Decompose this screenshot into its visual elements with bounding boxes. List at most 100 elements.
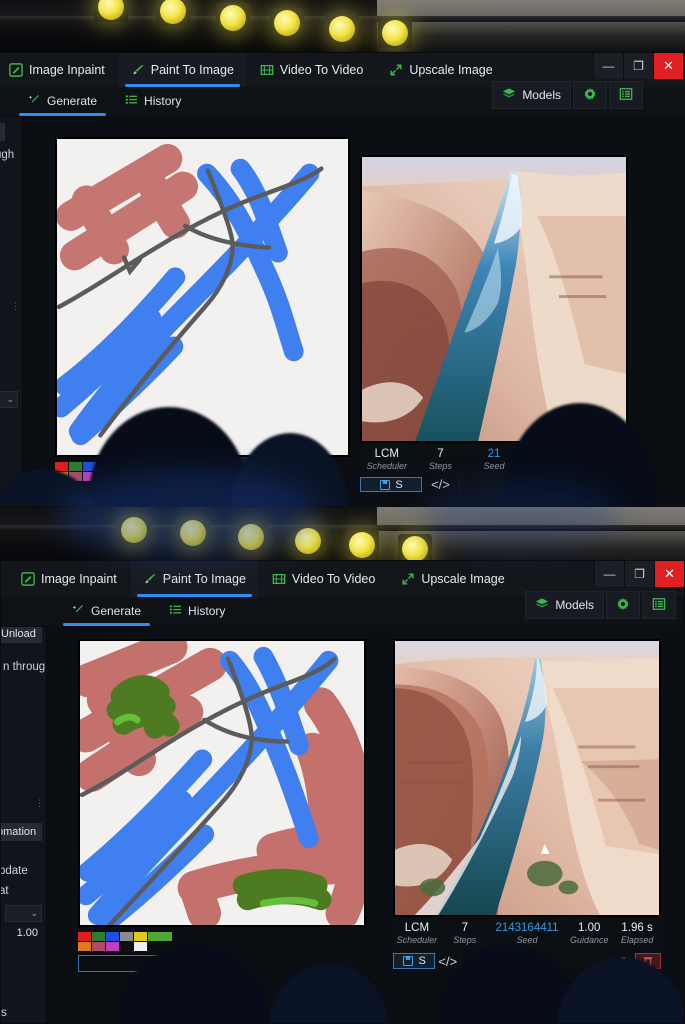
generated-image-frame bbox=[393, 639, 661, 917]
tab-upscale-image[interactable]: Upscale Image bbox=[377, 53, 504, 87]
seed-value[interactable]: 2143164411 bbox=[489, 922, 566, 935]
panel-list-button[interactable] bbox=[642, 591, 676, 619]
expand-arrows-icon bbox=[389, 63, 403, 77]
dock-resize-grip[interactable]: ⋮ bbox=[11, 301, 20, 310]
dock-value: 1.00 bbox=[16, 927, 38, 939]
color-swatch[interactable] bbox=[92, 932, 105, 941]
tab-image-inpaint[interactable]: Image Inpaint bbox=[0, 53, 117, 87]
left-dock-panel: d ugh ⌄ ⋮ bbox=[0, 117, 23, 506]
workspace-after: Unload n through omation pdate at ⌄ 1.00… bbox=[1, 627, 684, 1023]
mode-tab-bar: Image Inpaint Paint To Image Video To Vi… bbox=[0, 53, 505, 87]
tab-history[interactable]: History bbox=[156, 596, 238, 626]
back-wall bbox=[376, 0, 685, 52]
list-icon bbox=[169, 603, 182, 619]
restore-button[interactable]: ❐ bbox=[623, 53, 653, 79]
tab-paint-to-image[interactable]: Paint To Image bbox=[130, 561, 258, 597]
stage-lamp bbox=[176, 518, 210, 548]
dock-chip[interactable]: d bbox=[0, 123, 6, 141]
header-tool-group: Models bbox=[492, 80, 643, 110]
audience-head-silhouette bbox=[269, 963, 389, 1023]
color-swatch[interactable] bbox=[134, 932, 147, 941]
color-swatch[interactable] bbox=[120, 942, 133, 951]
automation-chip[interactable]: omation bbox=[1, 823, 43, 841]
generation-meta-bar-bottom: LCM Scheduler 7 Steps 2143164411 Seed 1.… bbox=[393, 919, 661, 950]
left-dock-panel: Unload n through omation pdate at ⌄ 1.00… bbox=[1, 627, 47, 1023]
magic-wand-icon bbox=[72, 603, 85, 619]
models-button[interactable]: Models bbox=[492, 81, 571, 109]
stage-lamp bbox=[270, 8, 304, 38]
tab-label: Video To Video bbox=[279, 63, 364, 77]
restore-button[interactable]: ❐ bbox=[624, 561, 654, 587]
minimize-button[interactable]: — bbox=[593, 53, 623, 79]
dock-select[interactable]: ⌄ bbox=[0, 391, 18, 408]
meta-steps: 7 Steps bbox=[441, 919, 489, 950]
palette-row bbox=[78, 942, 172, 951]
tab-image-inpaint[interactable]: Image Inpaint bbox=[9, 561, 129, 597]
window-controls: — ❐ ✕ bbox=[593, 53, 683, 79]
paint-canvas[interactable] bbox=[57, 139, 348, 455]
generated-image[interactable] bbox=[362, 157, 626, 441]
minimize-button[interactable]: — bbox=[594, 561, 624, 587]
meta-scheduler: LCM Scheduler bbox=[393, 919, 441, 950]
tab-generate[interactable]: Generate bbox=[15, 86, 110, 116]
save-label: S bbox=[395, 478, 403, 491]
stage-lamp bbox=[378, 18, 412, 48]
generated-image[interactable] bbox=[395, 641, 659, 915]
color-swatch[interactable] bbox=[69, 462, 82, 471]
tab-generate[interactable]: Generate bbox=[59, 596, 154, 626]
stage-light-bar-top bbox=[0, 0, 685, 52]
color-swatch[interactable] bbox=[106, 942, 119, 951]
color-swatch-selected[interactable] bbox=[148, 932, 172, 941]
close-button[interactable]: ✕ bbox=[653, 53, 683, 79]
panel-list-button[interactable] bbox=[609, 81, 643, 109]
sub-tab-label: History bbox=[188, 604, 226, 618]
save-button[interactable]: S bbox=[393, 953, 436, 969]
tab-upscale-image[interactable]: Upscale Image bbox=[389, 561, 516, 597]
tab-label: Video To Video bbox=[291, 572, 376, 586]
settings-button[interactable] bbox=[573, 81, 607, 109]
unload-button[interactable]: Unload bbox=[1, 627, 42, 643]
dock-select[interactable]: ⌄ bbox=[5, 905, 42, 922]
color-swatch[interactable] bbox=[78, 932, 91, 941]
dock-text-line: s bbox=[1, 1007, 7, 1019]
tab-history[interactable]: History bbox=[112, 86, 194, 116]
stage-lamp bbox=[216, 3, 250, 33]
tab-video-to-video[interactable]: Video To Video bbox=[248, 53, 375, 87]
generated-image-frame bbox=[360, 155, 628, 443]
guidance-value: 1.00 bbox=[578, 922, 601, 934]
window-controls: — ❐ ✕ bbox=[594, 561, 684, 587]
action-bar-top: S </> bbox=[360, 477, 460, 492]
chevron-down-icon: ⌄ bbox=[6, 394, 14, 404]
settings-button[interactable] bbox=[606, 591, 640, 619]
tab-video-to-video[interactable]: Video To Video bbox=[260, 561, 387, 597]
models-button[interactable]: Models bbox=[525, 591, 604, 619]
color-swatch[interactable] bbox=[55, 462, 68, 471]
paint-canvas[interactable] bbox=[80, 641, 364, 925]
color-swatch[interactable] bbox=[106, 932, 119, 941]
models-label: Models bbox=[555, 598, 594, 612]
save-label: S bbox=[418, 955, 426, 967]
seed-label: Seed bbox=[516, 935, 538, 945]
paintbrush-icon bbox=[143, 572, 157, 586]
color-swatch[interactable] bbox=[92, 942, 105, 951]
dock-resize-grip[interactable]: ⋮ bbox=[35, 799, 44, 808]
meta-steps: 7 Steps bbox=[414, 445, 468, 476]
elapsed-value: 1.96 s bbox=[621, 922, 653, 934]
pencil-square-icon bbox=[21, 572, 35, 586]
elapsed-label: Elapsed bbox=[620, 935, 654, 945]
dock-text-line: pdate bbox=[1, 865, 28, 877]
tab-label: Upscale Image bbox=[409, 63, 493, 77]
layers-icon bbox=[535, 597, 549, 614]
tab-paint-to-image[interactable]: Paint To Image bbox=[118, 53, 246, 87]
chevron-down-icon: ⌄ bbox=[30, 908, 38, 918]
steps-label: Steps bbox=[428, 461, 452, 471]
close-button[interactable]: ✕ bbox=[654, 561, 684, 587]
color-swatch[interactable] bbox=[120, 932, 133, 941]
code-icon[interactable]: </> bbox=[422, 477, 460, 492]
save-button[interactable]: S bbox=[360, 477, 422, 492]
meta-guidance: 1.00 Guidance bbox=[565, 919, 613, 950]
color-swatch[interactable] bbox=[78, 942, 91, 951]
scheduler-label: Scheduler bbox=[396, 935, 438, 945]
color-swatch[interactable] bbox=[134, 942, 147, 951]
stage-lamp bbox=[94, 0, 128, 22]
